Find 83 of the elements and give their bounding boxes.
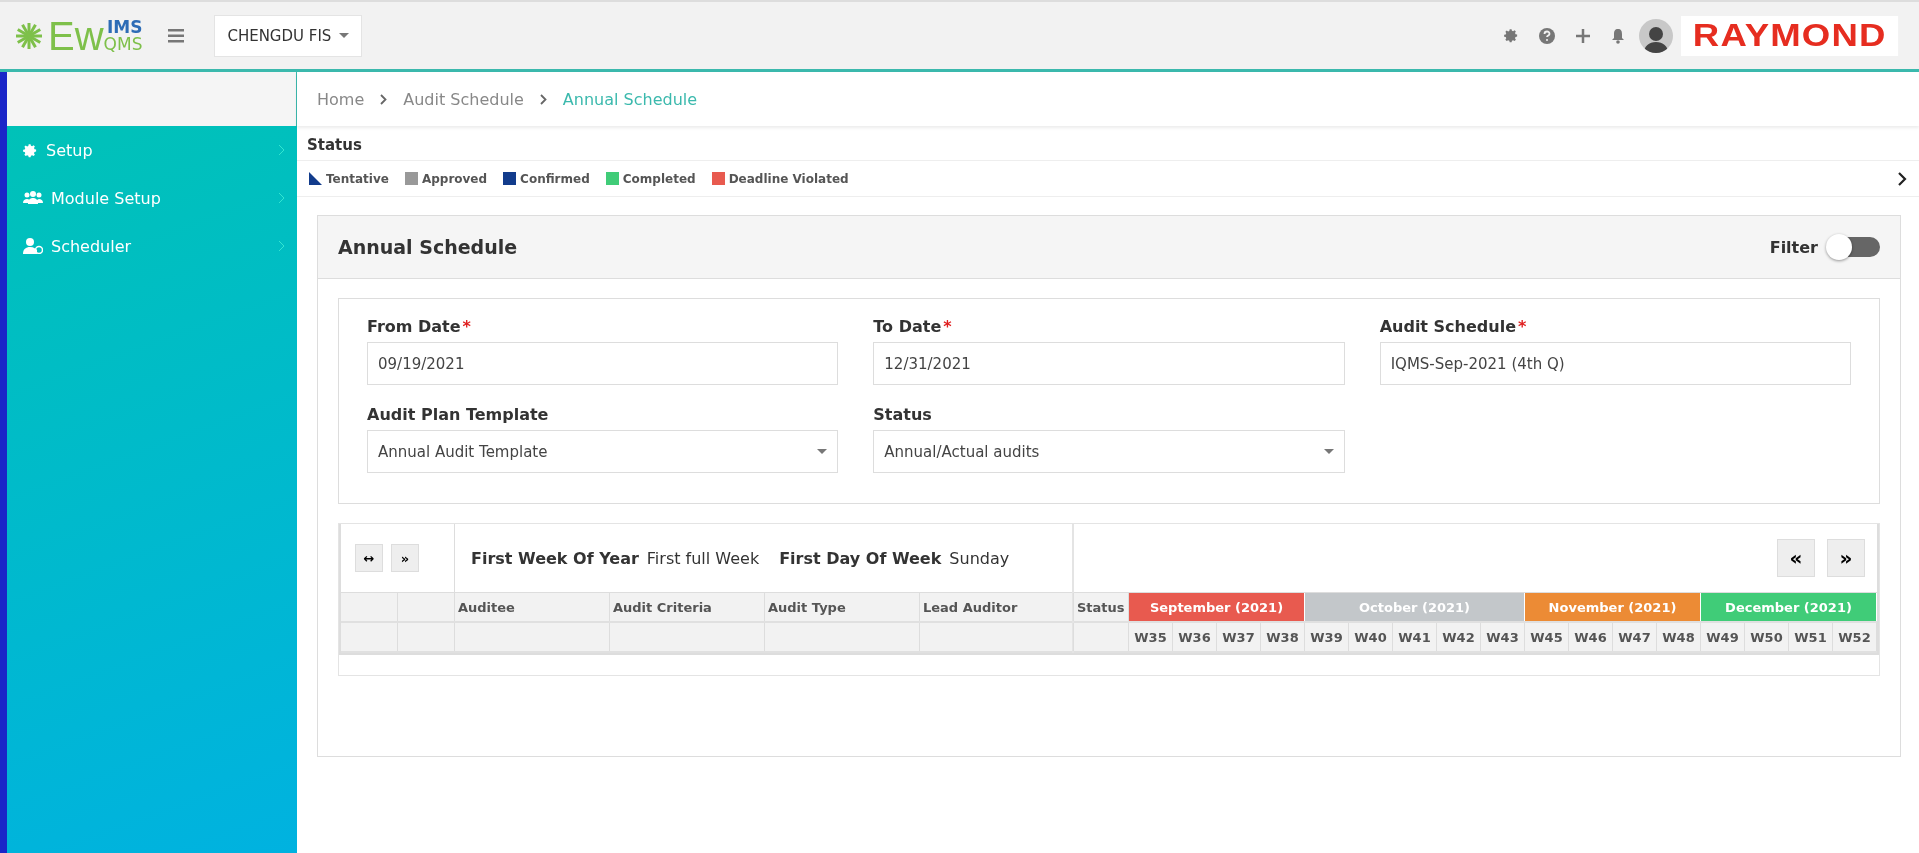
field-label: Audit Plan Template	[367, 405, 550, 424]
chevron-icon	[539, 93, 547, 105]
legend-label: Completed	[622, 171, 696, 186]
chevron-icon[interactable]	[1897, 170, 1907, 187]
logo-text: QMS	[103, 35, 143, 52]
chevron-icon	[278, 144, 285, 156]
menu-button[interactable]	[168, 28, 185, 43]
breadcrumb-link[interactable]: Home	[317, 89, 365, 109]
notifications-button[interactable]	[1610, 27, 1625, 44]
month-header: December (2021)	[1701, 593, 1877, 621]
sun-icon	[14, 20, 44, 51]
setting-label: First Week Of Year	[471, 548, 639, 568]
caret-icon	[1323, 449, 1334, 454]
field-label: From Date*	[367, 317, 472, 336]
gear-icon	[1503, 28, 1519, 43]
column-header: Audit Type	[765, 593, 920, 621]
week-header: W40	[1349, 623, 1393, 651]
column-header: Audit Criteria	[610, 593, 765, 621]
select-field[interactable]: Annual Audit Template	[367, 430, 839, 473]
week-header: W37	[1217, 623, 1261, 651]
add-button[interactable]	[1574, 27, 1591, 44]
legend-label: Deadline Violated	[728, 171, 849, 186]
week-header: W46	[1569, 623, 1613, 651]
week-header: W41	[1393, 623, 1437, 651]
caret-icon	[339, 33, 350, 38]
bell-icon	[1610, 27, 1625, 44]
legend-label: Confirmed	[520, 171, 590, 186]
brand-logo: RAYMOND	[1680, 15, 1899, 56]
legend-label: Approved	[421, 171, 488, 186]
select-field[interactable]: Annual/Actual audits	[873, 430, 1345, 473]
week-header: W38	[1261, 623, 1305, 651]
legend-label: Tentative	[326, 171, 389, 186]
gear-icon	[23, 142, 38, 158]
week-header: W39	[1305, 623, 1349, 651]
input-field[interactable]: 09/19/2021	[367, 342, 839, 385]
person-icon	[1643, 24, 1668, 53]
setting-value: First full Week	[646, 548, 760, 568]
section-title: Status	[297, 126, 1919, 161]
setting-value: Sunday	[949, 548, 1010, 568]
caret-icon	[817, 449, 828, 454]
week-header: W51	[1789, 623, 1833, 651]
input-field[interactable]: 12/31/2021	[873, 342, 1345, 385]
week-header: W52	[1833, 623, 1877, 651]
field-label: Audit Schedule*	[1379, 317, 1528, 336]
input-field[interactable]: IQMS-Sep-2021 (4th Q)	[1379, 342, 1851, 385]
settings-button[interactable]	[1503, 28, 1519, 43]
week-header: W36	[1173, 623, 1217, 651]
week-header: W47	[1613, 623, 1657, 651]
nav-button[interactable]: «	[1777, 539, 1815, 577]
help-icon	[1538, 27, 1555, 44]
site-select[interactable]: CHENGDU FIS	[214, 14, 363, 57]
week-header: W43	[1481, 623, 1525, 651]
month-header: October (2021)	[1305, 593, 1525, 621]
week-header: W50	[1745, 623, 1789, 651]
week-header: W45	[1525, 623, 1569, 651]
chevron-icon	[278, 240, 285, 252]
filter-label: Filter	[1769, 237, 1818, 257]
filter-toggle[interactable]	[1828, 237, 1880, 257]
chevron-icon	[278, 192, 285, 204]
help-button[interactable]	[1538, 27, 1555, 44]
user-icon	[23, 238, 43, 254]
month-header: September (2021)	[1129, 593, 1305, 621]
toolbar-button[interactable]: ↔	[355, 544, 383, 572]
week-header: W35	[1129, 623, 1173, 651]
week-header: W49	[1701, 623, 1745, 651]
week-header: W42	[1437, 623, 1481, 651]
logo-text: IMS	[106, 19, 143, 36]
field-label: To Date*	[873, 317, 953, 336]
users-icon	[23, 190, 43, 206]
month-header: November (2021)	[1525, 593, 1701, 621]
column-header: Auditee	[455, 593, 610, 621]
nav-button[interactable]: »	[1827, 539, 1865, 577]
chevron-icon	[380, 93, 388, 105]
user-avatar[interactable]	[1638, 18, 1673, 53]
menu-icon	[168, 28, 185, 43]
field-label: Status	[873, 405, 933, 424]
breadcrumb-link[interactable]: Audit Schedule	[403, 89, 524, 109]
plus-icon	[1574, 27, 1591, 44]
logo-text: Ew	[48, 15, 104, 56]
toolbar-button[interactable]: »	[391, 544, 419, 572]
week-header: W48	[1657, 623, 1701, 651]
card-title: Annual Schedule	[338, 236, 519, 258]
setting-label: First Day Of Week	[779, 548, 942, 568]
